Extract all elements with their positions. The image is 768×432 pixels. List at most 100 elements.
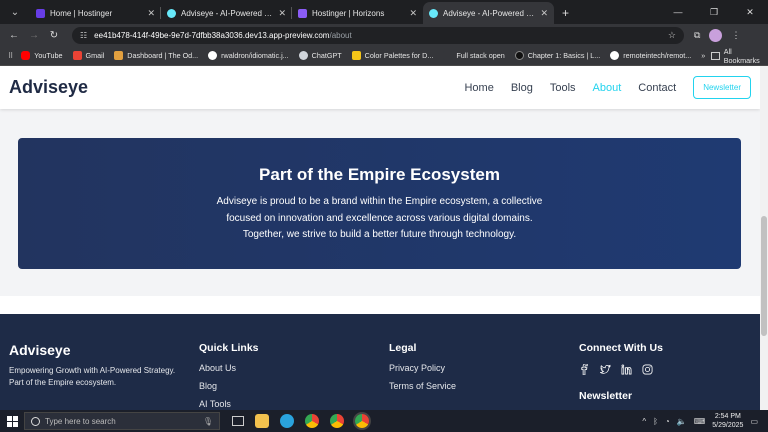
palette-icon — [351, 51, 361, 60]
close-tab-icon[interactable]: ✕ — [147, 8, 155, 19]
footer-brand: Adviseye — [9, 342, 71, 358]
tab-title: Adviseye - AI-Powered Strategy — [181, 8, 275, 18]
browser-tab-active[interactable]: Adviseye - AI-Powered Strategy ✕ — [423, 2, 554, 24]
network-icon[interactable]: ◔ — [665, 417, 670, 426]
browser-tab[interactable]: Hostinger | Horizons ✕ — [292, 2, 423, 24]
facebook-icon[interactable] — [579, 364, 590, 375]
instagram-icon[interactable] — [642, 364, 653, 375]
close-tab-icon[interactable]: ✕ — [540, 8, 548, 19]
task-view-icon[interactable] — [232, 416, 244, 426]
new-tab-icon[interactable]: + — [562, 6, 569, 20]
nav-tools[interactable]: Tools — [550, 82, 576, 94]
github-icon — [610, 51, 620, 60]
microphone-icon[interactable]: 🎙 — [203, 417, 213, 426]
volume-icon[interactable]: 🔈 — [677, 417, 687, 426]
bookmark-item[interactable]: Chapter 1: Basics | L... — [514, 51, 601, 60]
horizons-favicon-icon — [298, 8, 307, 18]
bookmark-item[interactable]: Dashboard | The Od... — [114, 51, 198, 60]
footer-link-blog[interactable]: Blog — [199, 381, 259, 391]
site-info-icon[interactable]: ☷ — [80, 31, 87, 40]
youtube-icon — [21, 51, 31, 60]
scrollbar-thumb[interactable] — [761, 216, 767, 336]
hostinger-favicon-icon — [36, 8, 45, 18]
profile-avatar[interactable] — [709, 28, 723, 42]
page-scrollbar[interactable] — [760, 66, 768, 410]
footer-quick-links: Quick Links About Us Blog AI Tools — [199, 342, 259, 410]
taskbar-search[interactable]: Type here to search 🎙 — [24, 412, 220, 430]
newsletter-button[interactable]: Newsletter — [693, 76, 751, 99]
footer-connect: Connect With Us Newsletter — [579, 342, 663, 402]
connect-heading: Connect With Us — [579, 342, 663, 354]
minimize-icon[interactable]: — — [660, 0, 696, 24]
linkedin-icon[interactable] — [621, 364, 632, 375]
back-icon[interactable]: ← — [4, 30, 24, 41]
bookmark-label: remoteintech/remot... — [623, 51, 692, 60]
social-links — [579, 364, 663, 375]
bookmark-item[interactable]: Gmail — [72, 51, 104, 60]
reload-icon[interactable]: ↻ — [44, 30, 64, 41]
forward-icon[interactable]: → — [24, 30, 44, 41]
telegram-icon[interactable] — [280, 414, 294, 428]
browser-tab[interactable]: Home | Hostinger ✕ — [30, 2, 161, 24]
chrome-icon[interactable] — [305, 414, 319, 428]
file-explorer-icon[interactable] — [255, 414, 269, 428]
main-nav: Home Blog Tools About Contact Newsletter — [447, 76, 751, 99]
window-controls: — ❐ ✕ — [660, 0, 768, 24]
bookmark-star-icon[interactable]: ☆ — [668, 30, 676, 41]
site-logo[interactable]: Adviseye — [9, 77, 88, 98]
footer-link-ai-tools[interactable]: AI Tools — [199, 399, 259, 409]
bookmark-label: Chapter 1: Basics | L... — [527, 51, 601, 60]
address-bar[interactable]: ☷ ee41b478-414f-49be-9e7d-7dfbb38a3036.d… — [72, 26, 684, 44]
chrome-icon[interactable] — [355, 414, 369, 428]
bookmark-label: rwaldron/idiomatic.j... — [221, 51, 289, 60]
all-bookmarks-button[interactable]: All Bookmarks — [711, 47, 761, 65]
site-footer: Adviseye Empowering Growth with AI-Power… — [0, 314, 760, 410]
bookmark-item[interactable]: Full stack open — [443, 51, 505, 60]
nav-contact[interactable]: Contact — [638, 82, 676, 94]
legal-heading: Legal — [389, 342, 417, 354]
notifications-icon[interactable]: ▭ — [750, 417, 758, 426]
windows-start-icon[interactable] — [0, 415, 24, 427]
url-host: ee41b478-414f-49be-9e7d-7dfbb38a3036.dev… — [94, 30, 330, 40]
taskbar-clock[interactable]: 2:54 PM 5/29/2025 — [712, 412, 743, 430]
chapter-icon — [514, 51, 524, 60]
close-tab-icon[interactable]: ✕ — [278, 8, 286, 19]
chevron-up-icon[interactable]: ^ — [642, 417, 646, 426]
menu-icon[interactable]: ⋮ — [731, 30, 740, 41]
tab-search-button[interactable]: ⌄ — [4, 2, 26, 22]
bluetooth-icon[interactable]: ᛒ — [653, 417, 658, 426]
footer-legal: Legal Privacy Policy Terms of Service — [389, 342, 456, 399]
footer-link-privacy[interactable]: Privacy Policy — [389, 363, 456, 373]
page-viewport: Adviseye Home Blog Tools About Contact N… — [0, 66, 760, 410]
more-bookmarks-icon[interactable]: » — [701, 51, 705, 60]
restore-icon[interactable]: ❐ — [696, 0, 732, 24]
keyboard-icon[interactable]: ⌨ — [694, 417, 706, 426]
bookmark-label: Color Palettes for D... — [364, 51, 434, 60]
folder-icon — [711, 51, 720, 60]
about-section: Part of the Empire Ecosystem Adviseye is… — [9, 109, 750, 296]
close-tab-icon[interactable]: ✕ — [409, 8, 417, 19]
close-window-icon[interactable]: ✕ — [732, 0, 768, 24]
bookmark-item[interactable]: rwaldron/idiomatic.j... — [208, 51, 289, 60]
footer-tagline: Empowering Growth with AI-Powered Strate… — [9, 366, 176, 387]
taskbar-apps — [232, 414, 369, 428]
extensions-icon[interactable]: ⧉ — [694, 30, 700, 41]
bookmark-item[interactable]: YouTube — [21, 51, 63, 60]
nav-about[interactable]: About — [593, 82, 622, 94]
bookmark-item[interactable]: Color Palettes for D... — [351, 51, 434, 60]
footer-link-terms[interactable]: Terms of Service — [389, 381, 456, 391]
adviseye-favicon-icon — [167, 8, 176, 18]
apps-icon[interactable]: ⠿ — [8, 51, 13, 60]
clock-time: 2:54 PM — [714, 413, 741, 420]
nav-blog[interactable]: Blog — [511, 82, 533, 94]
clock-date: 5/29/2025 — [712, 422, 744, 429]
adviseye-favicon-icon — [429, 8, 438, 18]
browser-tab[interactable]: Adviseye - AI-Powered Strategy ✕ — [161, 2, 292, 24]
footer-link-about[interactable]: About Us — [199, 363, 259, 373]
ecosystem-card: Part of the Empire Ecosystem Adviseye is… — [18, 138, 741, 269]
bookmark-item[interactable]: remoteintech/remot... — [610, 51, 691, 60]
bookmark-item[interactable]: ChatGPT — [298, 51, 342, 60]
twitter-icon[interactable] — [600, 364, 611, 375]
nav-home[interactable]: Home — [464, 82, 493, 94]
chrome-icon[interactable] — [330, 414, 344, 428]
